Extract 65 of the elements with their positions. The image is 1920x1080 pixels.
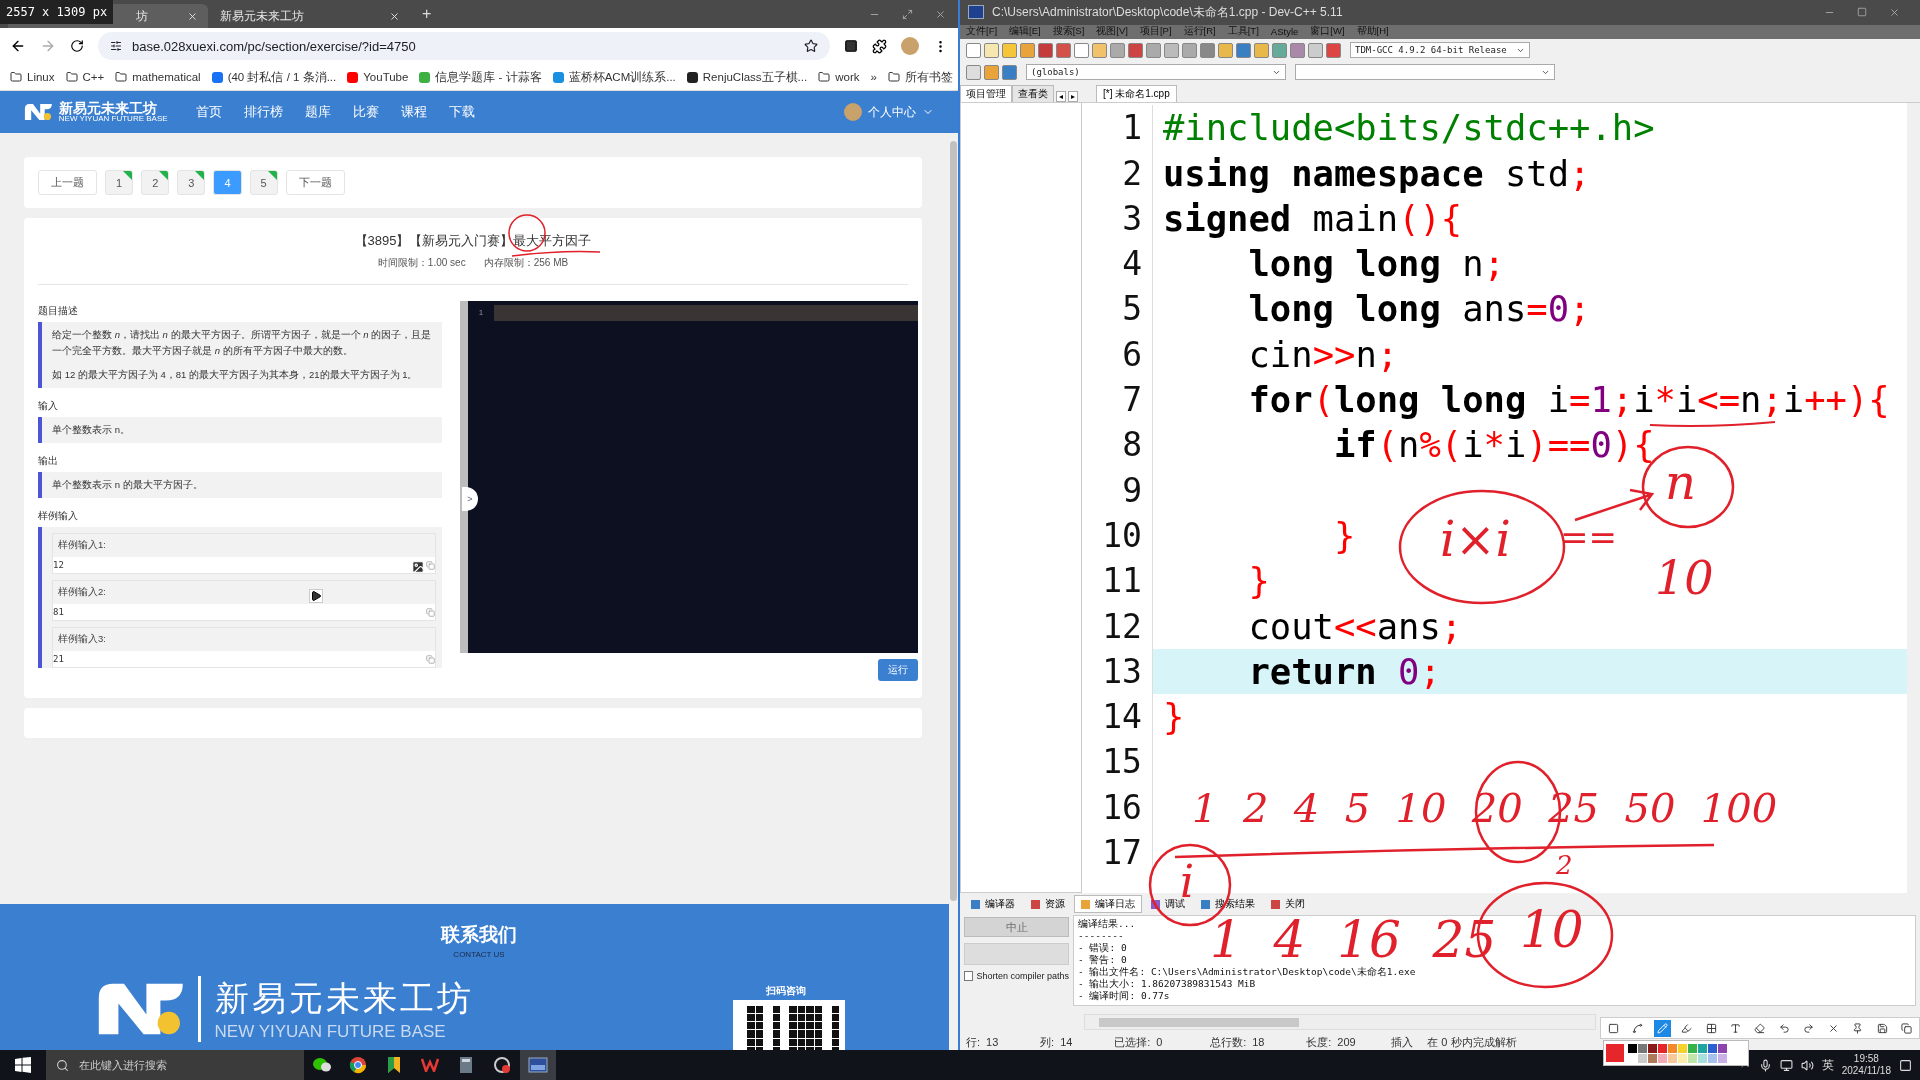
section-heading: 输出	[38, 455, 59, 468]
section-heading: 样例输入	[38, 510, 79, 523]
code-text: #include<bits/stdc++.h>	[1162, 107, 1655, 149]
log-line: - 编译时间: 0.77s	[1078, 990, 1171, 1003]
code-text: cout<<ans;	[1247, 605, 1463, 647]
log-line: - 错误: 0	[1078, 942, 1128, 955]
section-heading: 输入	[38, 400, 59, 413]
code-text: for(long long i=1;i*i<=n;i++){	[1247, 379, 1890, 421]
window-title: C:\Users\Administrator\Desktop\code\未命名1.cpp - Dev-C++ 5.11	[992, 3, 1344, 21]
sample-value: 12	[53, 557, 435, 573]
limit-text: 时间限制：1.00 sec	[377, 256, 466, 270]
line-number: 13	[1082, 648, 1153, 694]
code-text: }	[1247, 560, 1270, 602]
site-logo-subtitle: NEW YIYUAN FUTURE BASE	[58, 115, 168, 123]
paragraph: 给定一个整数 n，请找出 n 的最大平方因子。所谓平方因子，就是一个 n 的因子，且是一个完全平方数。最大平方因子就是 n 的所有平方因子中最大的数。	[52, 328, 432, 358]
code-text: return 0;	[1247, 650, 1441, 692]
paragraph: 如 12 的最大平方因子为 4，81 的最大平方因子为其本身，21的最大平方因子为 1。	[52, 368, 419, 382]
status-value: 13	[986, 1036, 1000, 1049]
sample-value: 81	[53, 604, 435, 620]
code-text: cin>>n;	[1247, 333, 1399, 375]
code-text: if(n%(i*i)==0){	[1332, 424, 1655, 466]
handwritten-note: 10	[1520, 905, 1584, 955]
status-label: 总行数:	[1210, 1034, 1247, 1050]
status-label: 长度:	[1306, 1034, 1332, 1050]
handwritten-note: 10	[1655, 555, 1714, 601]
qr-label: 扫码咨询	[766, 984, 806, 998]
status-label: 已选择:	[1114, 1034, 1151, 1050]
log-line: --------	[1078, 930, 1125, 943]
status-value: 0	[1156, 1036, 1164, 1049]
handwritten-note: 2	[1556, 852, 1573, 878]
handwritten-note: i×i	[1440, 515, 1511, 563]
log-line: - 输出文件名: C:\Users\Administrator\Desktop\code\未命名1.exe	[1078, 966, 1417, 978]
section-heading: 题目描述	[38, 305, 79, 318]
code-text: }	[1332, 514, 1356, 556]
status-label: 列:	[1040, 1034, 1055, 1050]
line-number: 1	[478, 307, 484, 319]
handwritten-note: n	[1665, 458, 1696, 506]
footer-title: 联系我们	[439, 923, 518, 947]
sample-label: 样例输入1:	[57, 538, 107, 552]
code-text: long long n;	[1247, 243, 1505, 285]
footer-subtitle: CONTACT US	[452, 950, 506, 959]
footer-logo-title: 新易元未来工坊	[214, 978, 474, 1019]
site-logo-title: 新易元未来工坊	[58, 101, 158, 115]
log-line: - 警告: 0	[1078, 954, 1128, 966]
footer-logo-subtitle: NEW YIYUAN FUTURE BASE	[214, 1022, 447, 1042]
code-text: signed main(){	[1162, 197, 1463, 239]
size-tooltip: 2557 x 1309 px	[0, 0, 114, 24]
paragraph: 单个整数表示 n。	[52, 423, 131, 437]
status-value: 14	[1060, 1036, 1074, 1049]
code-text: }	[1162, 696, 1185, 738]
sample-label: 样例输入2:	[57, 585, 107, 599]
sample-label: 样例输入3:	[57, 632, 107, 646]
parse-status: 在 0 秒内完成解析	[1427, 1034, 1517, 1050]
insert-mode: 插入	[1391, 1034, 1414, 1050]
sample-value: 21	[53, 651, 435, 667]
status-value: 18	[1252, 1036, 1266, 1049]
handwritten-note: ==	[1560, 520, 1617, 554]
code-text: using namespace std;	[1162, 152, 1591, 194]
log-line: 编译结果...	[1078, 918, 1137, 931]
status-value: 209	[1337, 1036, 1357, 1049]
code-text: long long ans=0;	[1247, 288, 1591, 330]
log-line: - 输出大小: 1.86207389831543 MiB	[1078, 978, 1257, 991]
paragraph: 单个整数表示 n 的最大平方因子。	[52, 478, 204, 492]
status-label: 行:	[966, 1034, 981, 1050]
limit-text: 内存限制：256 MB	[483, 256, 569, 270]
